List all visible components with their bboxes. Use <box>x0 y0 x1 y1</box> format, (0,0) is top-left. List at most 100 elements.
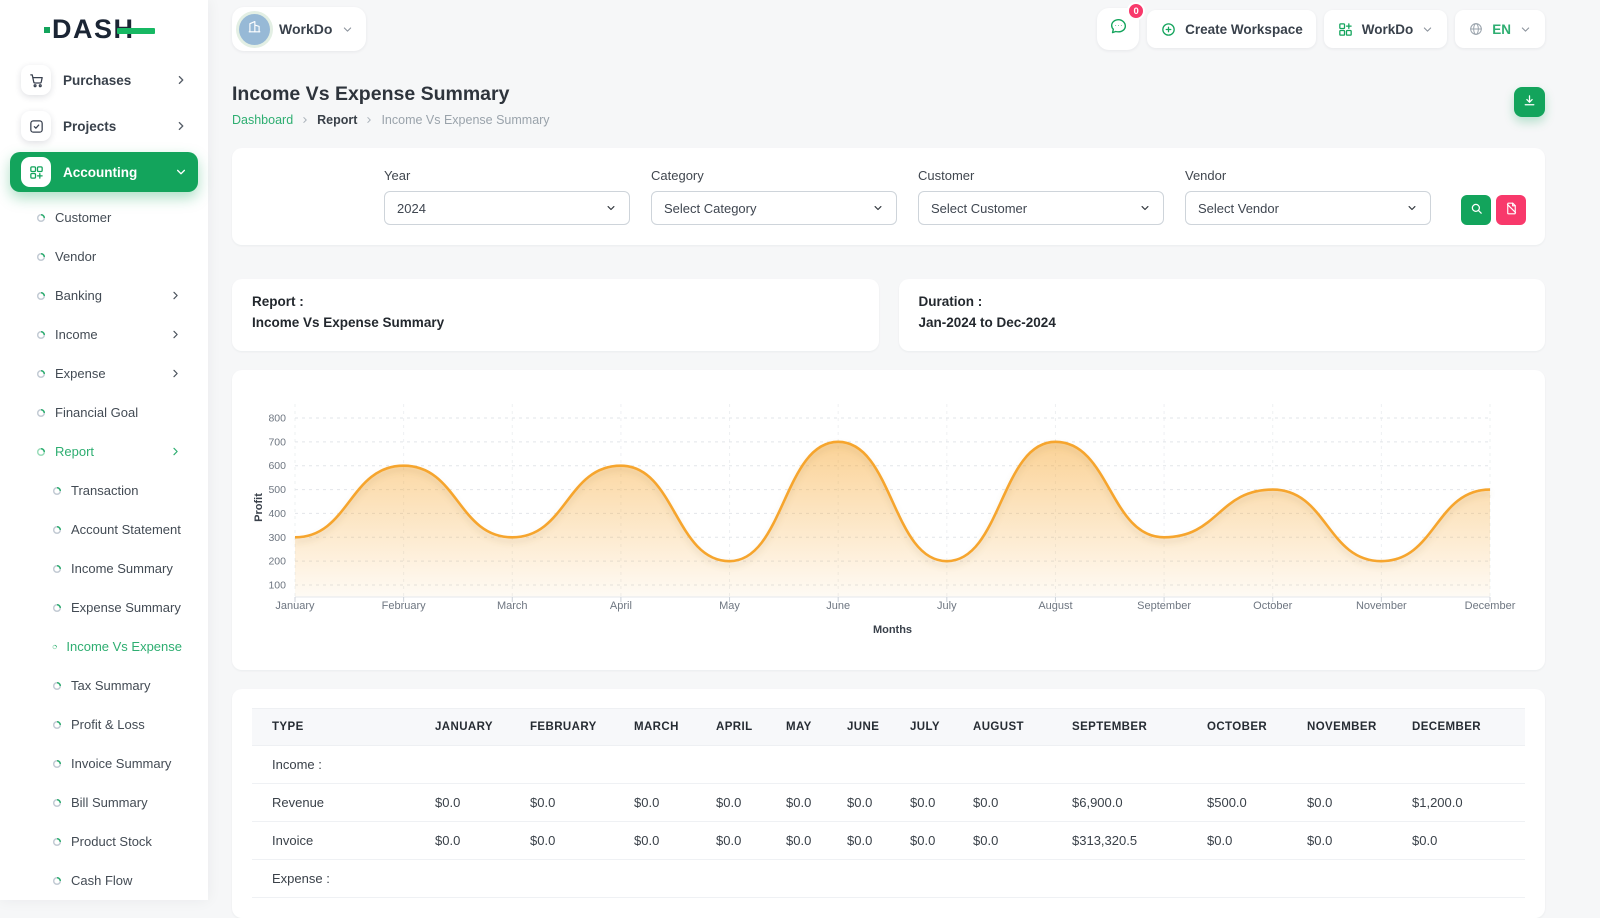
sidebar-item-vendor[interactable]: Vendor <box>0 237 208 276</box>
sidebar-item-label: Customer <box>55 210 111 225</box>
chevron-right-icon <box>169 367 182 380</box>
chart-xlabel: Months <box>873 624 912 636</box>
bullet-icon <box>52 681 62 691</box>
sidebar-item-profit-loss[interactable]: Profit & Loss <box>0 705 208 744</box>
svg-text:March: March <box>497 600 528 612</box>
sidebar-item-banking[interactable]: Banking <box>0 276 208 315</box>
svg-text:June: June <box>826 600 850 612</box>
globe-icon <box>1468 21 1484 37</box>
sidebar-item-income-vs-expense[interactable]: Income Vs Expense <box>0 627 208 666</box>
table-row-invoice: Invoice$0.0$0.0$0.0$0.0$0.0$0.0$0.0$0.0$… <box>252 822 1525 860</box>
column-header-july: JULY <box>890 709 953 746</box>
sidebar-item-label: Profit & Loss <box>71 717 145 732</box>
table-cell: $0.0 <box>953 822 1052 860</box>
plus-circle-icon <box>1160 21 1177 38</box>
svg-text:December: December <box>1465 600 1516 612</box>
sidebar-item-label: Report <box>55 444 94 459</box>
table-cell: $0.0 <box>827 784 890 822</box>
year-selected-value: 2024 <box>397 201 426 216</box>
column-header-may: MAY <box>766 709 827 746</box>
sidebar-item-projects[interactable]: Projects <box>10 106 198 146</box>
sidebar-item-bill-summary[interactable]: Bill Summary <box>0 783 208 822</box>
profit-area-chart: 100200300400500600700800JanuaryFebruaryM… <box>252 382 1525 662</box>
table-cell: $1,200.0 <box>1392 784 1525 822</box>
breadcrumb: Dashboard Report Income Vs Expense Summary <box>232 113 550 127</box>
sidebar-item-label: Expense <box>55 366 106 381</box>
column-header-september: SEPTEMBER <box>1052 709 1187 746</box>
reset-filter-button[interactable] <box>1496 195 1526 225</box>
table-row-revenue: Revenue$0.0$0.0$0.0$0.0$0.0$0.0$0.0$0.0$… <box>252 784 1525 822</box>
workspace-menu-button[interactable]: WorkDo <box>1324 10 1448 48</box>
sidebar-nav: Purchases Projects Accounting Customer Vendo… <box>0 58 208 900</box>
report-card: Report : Income Vs Expense Summary <box>232 279 879 351</box>
sidebar-item-account-statement[interactable]: Account Statement <box>0 510 208 549</box>
column-header-march: MARCH <box>614 709 696 746</box>
sidebar-item-financial-goal[interactable]: Financial Goal <box>0 393 208 432</box>
building-icon <box>246 18 263 40</box>
category-selected-value: Select Category <box>664 201 757 216</box>
chevron-down-icon <box>605 202 617 214</box>
app-logo[interactable]: DASH <box>0 0 208 58</box>
sidebar-item-tax-summary[interactable]: Tax Summary <box>0 666 208 705</box>
logo-accent-bar <box>117 28 155 34</box>
sidebar-item-purchases[interactable]: Purchases <box>10 60 198 100</box>
svg-text:200: 200 <box>268 556 286 568</box>
sidebar-item-report[interactable]: Report <box>0 432 208 471</box>
workspace-avatar <box>239 14 270 45</box>
row-label: Invoice <box>252 822 415 860</box>
sidebar-item-accounting[interactable]: Accounting <box>10 152 198 192</box>
messages-button[interactable]: 0 <box>1097 8 1139 50</box>
svg-text:April: April <box>610 600 632 612</box>
chevron-down-icon <box>1421 23 1434 36</box>
filter-actions <box>1461 195 1526 225</box>
sidebar-item-income[interactable]: Income <box>0 315 208 354</box>
report-card-title: Report : <box>252 294 859 309</box>
sidebar-item-label: Invoice Summary <box>71 756 171 771</box>
sidebar-item-label: Tax Summary <box>71 678 150 693</box>
year-select[interactable]: 2024 <box>384 191 630 225</box>
sidebar-item-invoice-summary[interactable]: Invoice Summary <box>0 744 208 783</box>
table-cell: $0.0 <box>1287 822 1392 860</box>
column-header-april: APRIL <box>696 709 766 746</box>
sidebar-item-transaction[interactable]: Transaction <box>0 471 208 510</box>
workspace-name: WorkDo <box>279 21 332 37</box>
filter-field-vendor: VendorSelect Vendor <box>1185 168 1431 225</box>
breadcrumb-item-income-vs-expense-summary: Income Vs Expense Summary <box>381 113 549 127</box>
svg-text:100: 100 <box>268 580 286 592</box>
section-label: Expense : <box>252 860 415 898</box>
breadcrumb-item-dashboard[interactable]: Dashboard <box>232 113 293 127</box>
bullet-icon <box>52 642 57 652</box>
breadcrumb-item-report[interactable]: Report <box>317 113 357 127</box>
file-slash-icon <box>1504 201 1519 219</box>
row-label: Revenue <box>252 784 415 822</box>
sidebar-item-expense[interactable]: Expense <box>0 354 208 393</box>
create-workspace-button[interactable]: Create Workspace <box>1147 10 1316 48</box>
bullet-icon <box>36 447 46 457</box>
sidebar: DASH Purchases Projects Accounting Customer… <box>0 0 208 900</box>
page-title: Income Vs Expense Summary <box>232 82 550 106</box>
sidebar-item-customer[interactable]: Customer <box>0 198 208 237</box>
grid-plus-icon <box>1337 21 1354 38</box>
language-button[interactable]: EN <box>1455 10 1545 48</box>
chevron-right-icon <box>174 73 188 87</box>
sidebar-item-expense-summary[interactable]: Expense Summary <box>0 588 208 627</box>
vendor-select[interactable]: Select Vendor <box>1185 191 1431 225</box>
table-cell: $0.0 <box>1287 784 1392 822</box>
sidebar-item-income-summary[interactable]: Income Summary <box>0 549 208 588</box>
sidebar-item-cash-flow[interactable]: Cash Flow <box>0 861 208 900</box>
chevron-down-icon <box>1519 23 1532 36</box>
apply-filter-button[interactable] <box>1461 195 1491 225</box>
category-select[interactable]: Select Category <box>651 191 897 225</box>
table-cell: $0.0 <box>510 822 614 860</box>
sidebar-item-product-stock[interactable]: Product Stock <box>0 822 208 861</box>
chevron-down-icon <box>341 23 354 36</box>
messages-badge: 0 <box>1127 2 1145 20</box>
customer-select[interactable]: Select Customer <box>918 191 1164 225</box>
bullet-icon <box>36 252 46 262</box>
table-cell: $0.0 <box>415 822 510 860</box>
chart-x-tick-labels: JanuaryFebruaryMarchAprilMayJuneJulyAugu… <box>275 600 1515 612</box>
download-button[interactable] <box>1514 87 1545 117</box>
workspace-switcher[interactable]: WorkDo <box>232 7 366 51</box>
chevron-down-icon <box>174 165 188 179</box>
sidebar-item-label: Transaction <box>71 483 138 498</box>
